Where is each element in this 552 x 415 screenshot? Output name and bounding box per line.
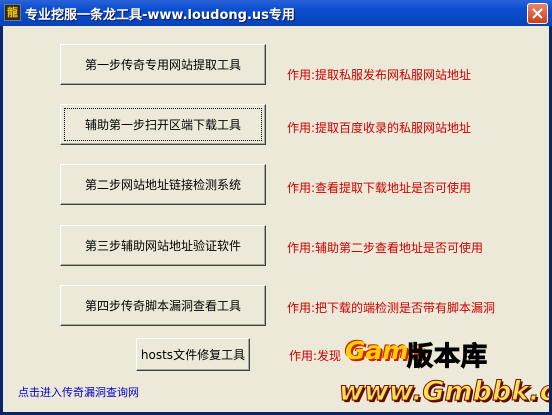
step4-description: 作用:把下载的端检测是否带有脚本漏洞 bbox=[287, 301, 496, 315]
watermark-title-row: Game 版本库 bbox=[337, 332, 549, 374]
aux-step1-download-button[interactable]: 辅助第一步扫开区端下载工具 bbox=[60, 104, 266, 145]
title-bar[interactable]: 龍 专业挖服一条龙工具-www.loudong.us专用 bbox=[0, 0, 552, 26]
watermark-logo: Game 版本库 www.Gmbbk.com bbox=[337, 332, 549, 412]
step3-description: 作用:辅助第二步查看地址是否可使用 bbox=[287, 241, 484, 255]
step1-description: 作用:提取私服发布网私服网站地址 bbox=[287, 68, 472, 82]
app-icon[interactable]: 龍 bbox=[4, 4, 21, 21]
step3-verify-button[interactable]: 第三步辅助网站地址验证软件 bbox=[60, 225, 266, 266]
app-window: 龍 专业挖服一条龙工具-www.loudong.us专用 第一步传奇专用网站提取… bbox=[0, 0, 552, 415]
watermark-title: 版本库 bbox=[406, 342, 489, 373]
watermark-url: www.Gmbbk.com bbox=[338, 376, 549, 408]
close-icon bbox=[532, 8, 543, 19]
hosts-repair-button[interactable]: hosts文件修复工具 bbox=[136, 338, 250, 371]
dialog-body: 第一步传奇专用网站提取工具 作用:提取私服发布网私服网站地址 辅助第一步扫开区端… bbox=[3, 26, 549, 412]
window-title: 专业挖服一条龙工具-www.loudong.us专用 bbox=[25, 8, 295, 23]
step4-script-check-button[interactable]: 第四步传奇脚本漏洞查看工具 bbox=[60, 285, 266, 326]
hosts-description: 作用:发现 bbox=[289, 349, 342, 363]
vuln-query-link[interactable]: 点击进入传奇漏洞查询网 bbox=[18, 384, 139, 400]
close-button[interactable] bbox=[527, 3, 548, 24]
aux-step1-description: 作用:提取百度收录的私服网站地址 bbox=[287, 121, 472, 135]
step1-extract-button[interactable]: 第一步传奇专用网站提取工具 bbox=[60, 44, 266, 85]
step2-link-check-button[interactable]: 第二步网站地址链接检测系统 bbox=[60, 164, 266, 205]
step2-description: 作用:查看提取下载地址是否可使用 bbox=[287, 181, 472, 195]
